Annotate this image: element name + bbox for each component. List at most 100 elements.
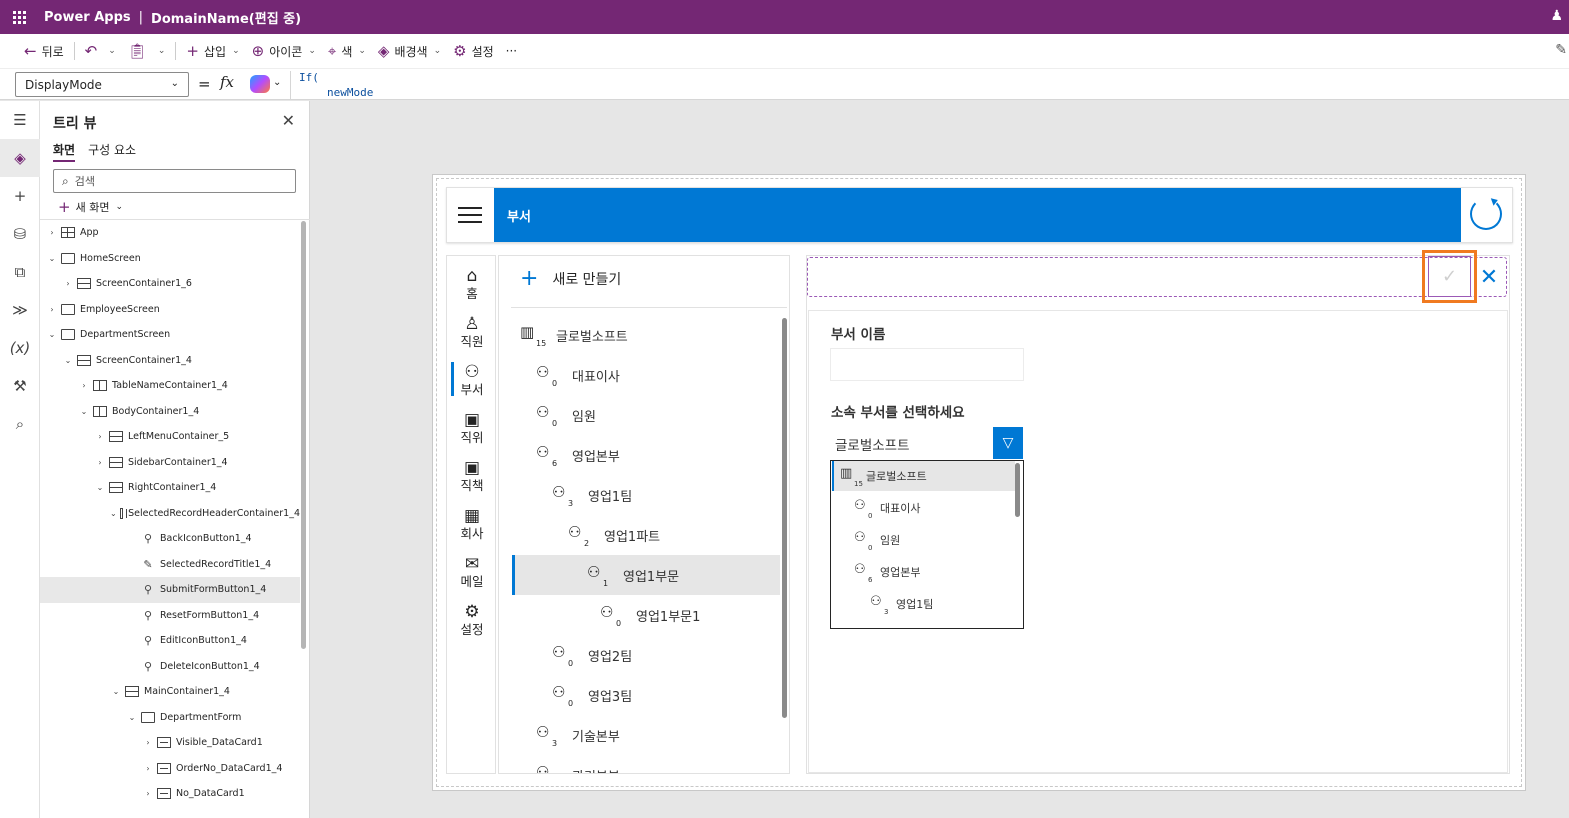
department-item[interactable]: ⚇ 3 영업1팀 (512, 475, 780, 515)
chevron-right-icon[interactable]: › (94, 432, 106, 441)
tree-item[interactable]: ⌄ DepartmentScreen (40, 322, 300, 348)
menu-item[interactable]: ⚇ 부서 (447, 356, 497, 402)
department-item[interactable]: ⚇ 6 영업본부 (832, 557, 1015, 587)
chevron-down-icon[interactable]: ⌄ (108, 46, 116, 56)
tree-item[interactable]: ⌄ HomeScreen (40, 246, 300, 272)
hamburger-menu-icon[interactable] (446, 188, 494, 242)
chevron-down-icon[interactable]: ⌄ (110, 687, 122, 696)
tree-item[interactable]: › ScreenContainer1_6 (40, 271, 300, 297)
chevron-down-icon[interactable]: ⌄ (78, 407, 90, 416)
back-button[interactable]: ← 뒤로 (18, 37, 70, 65)
copilot-icon[interactable] (250, 75, 270, 93)
chevron-right-icon[interactable]: › (142, 738, 154, 747)
pencil-icon[interactable]: ✎ (1555, 42, 1567, 58)
chevron-down-icon[interactable]: ⌄ (273, 77, 281, 88)
tree-item[interactable]: › TableNameContainer1_4 (40, 373, 300, 399)
parent-dept-combobox[interactable]: 글로벌소프트 ▽ (830, 427, 1023, 459)
close-icon[interactable]: ✕ (282, 111, 295, 130)
media-icon[interactable]: ⧉ (0, 253, 40, 291)
department-item[interactable]: ⚇ 6 영업본부 (512, 435, 780, 475)
formula-code-line2[interactable]: newMode (327, 86, 373, 98)
tree-item[interactable]: ⌄ RightContainer1_4 (40, 475, 300, 501)
database-icon[interactable]: ⛁ (0, 215, 40, 253)
new-button[interactable]: + 새로 만들기 (520, 268, 621, 290)
tools-icon[interactable]: ⚒ (0, 367, 40, 405)
department-item[interactable]: ⚇ 관리본부 (512, 755, 780, 773)
tree-item[interactable]: ⚲ DeleteIconButton1_4 (40, 654, 300, 680)
department-item[interactable]: ⚇ 3 영업1팀 (832, 589, 1015, 619)
tree-item[interactable]: ⌄ BodyContainer1_4 (40, 399, 300, 425)
chevron-down-icon[interactable]: ⌄ (126, 713, 138, 722)
chevron-down-icon[interactable]: ⌄ (110, 509, 117, 518)
menu-item[interactable]: ▦ 회사 (447, 500, 497, 546)
layers-icon[interactable]: ◈ (0, 139, 40, 177)
paste-button[interactable]: 📋︎ ⌄ (122, 37, 172, 65)
department-item[interactable]: ⚇ 0 영업2팀 (512, 635, 780, 675)
tree-item[interactable]: ⌄ MainContainer1_4 (40, 679, 300, 705)
department-item[interactable]: ⚇ 3 기술본부 (512, 715, 780, 755)
tree-item[interactable]: ⌄ DepartmentForm (40, 705, 300, 731)
variables-icon[interactable]: (x) (0, 329, 40, 367)
department-item[interactable]: ⚇ 0 영업3팀 (512, 675, 780, 715)
icon-button[interactable]: ⊕ 아이콘 ⌄ (246, 37, 322, 65)
property-dropdown[interactable]: DisplayMode ⌄ (15, 72, 189, 97)
department-item[interactable]: ⚇ 0 대표이사 (832, 493, 1015, 523)
document-name[interactable]: DomainName(편집 중) (151, 8, 301, 27)
chevron-right-icon[interactable]: › (78, 381, 90, 390)
chevron-right-icon[interactable]: › (142, 789, 154, 798)
department-item[interactable]: ⚇ 0 임원 (832, 525, 1015, 555)
chevron-down-icon[interactable]: ⌄ (94, 483, 106, 492)
reset-form-button[interactable]: ✕ (1477, 263, 1501, 291)
more-button[interactable]: ··· (500, 37, 523, 65)
tree-item[interactable]: › OrderNo_DataCard1_4 (40, 756, 300, 782)
tree-search-input[interactable]: ⌕ 검색 (53, 169, 296, 193)
chevron-right-icon[interactable]: › (94, 458, 106, 467)
menu-item[interactable]: ▣ 직위 (447, 404, 497, 450)
color-button[interactable]: ⌖ 색 ⌄ (322, 37, 372, 65)
tree-item[interactable]: ⚲ EditIconButton1_4 (40, 628, 300, 654)
department-item[interactable]: ▥ 15 글로벌소프트 (832, 461, 1015, 491)
chevron-down-icon[interactable]: ⌄ (46, 254, 58, 263)
dropdown-triangle-icon[interactable]: ▽ (993, 427, 1023, 459)
list-scrollbar[interactable] (782, 318, 787, 718)
new-screen-button[interactable]: + 새 화면 ⌄ (58, 198, 123, 216)
formula-code-line1[interactable]: If( (299, 71, 319, 84)
tree-item[interactable]: ⌄ SelectedRecordHeaderContainer1_4 (40, 501, 300, 527)
tree-item[interactable]: ✎ SelectedRecordTitle1_4 (40, 552, 300, 578)
tree-item[interactable]: ⚲ SubmitFormButton1_4 (40, 577, 300, 603)
chevron-right-icon[interactable]: › (46, 305, 58, 314)
hamburger-menu-icon[interactable]: ☰ (0, 101, 40, 139)
automate-icon[interactable]: ≫ (0, 291, 40, 329)
tree-item[interactable]: › LeftMenuContainer_5 (40, 424, 300, 450)
dropdown-scrollbar[interactable] (1015, 463, 1020, 517)
chevron-down-icon[interactable]: ⌄ (46, 330, 58, 339)
chevron-down-icon[interactable]: ⌄ (158, 46, 166, 56)
settings-button[interactable]: ⚙ 설정 (447, 37, 500, 65)
chevron-right-icon[interactable]: › (142, 764, 154, 773)
plus-icon[interactable]: + (0, 177, 40, 215)
menu-item[interactable]: ⌂ 홈 (447, 260, 497, 306)
tree-item[interactable]: › SidebarContainer1_4 (40, 450, 300, 476)
department-item[interactable]: ⚇ 0 대표이사 (512, 355, 780, 395)
department-item[interactable]: ▥ 15 글로벌소프트 (512, 315, 780, 355)
department-item[interactable]: ⚇ 0 임원 (512, 395, 780, 435)
menu-item[interactable]: ⚙ 설정 (447, 596, 497, 642)
tab-screens[interactable]: 화면 (53, 141, 76, 162)
tree-item[interactable]: ⚲ BackIconButton1_4 (40, 526, 300, 552)
background-color-button[interactable]: ◈ 배경색 ⌄ (372, 37, 447, 65)
tree-item[interactable]: ⚲ ResetFormButton1_4 (40, 603, 300, 629)
tree-item[interactable]: › Visible_DataCard1 (40, 730, 300, 756)
insert-button[interactable]: + 삽입 ⌄ (180, 37, 245, 65)
menu-item[interactable]: ♙ 직원 (447, 308, 497, 354)
undo-button[interactable]: ↶ ⌄ (79, 37, 122, 65)
menu-item[interactable]: ▣ 직책 (447, 452, 497, 498)
department-item[interactable]: ⚇ 0 영업1부문1 (512, 595, 780, 635)
refresh-icon[interactable] (1470, 198, 1502, 230)
account-icon[interactable]: ♟ (1550, 8, 1563, 24)
menu-item[interactable]: ✉ 메일 (447, 548, 497, 594)
dept-name-input[interactable] (830, 348, 1024, 381)
tab-components[interactable]: 구성 요소 (88, 141, 136, 162)
tree-item[interactable]: › App (40, 220, 300, 246)
submit-form-button[interactable]: ✓ (1428, 256, 1471, 297)
chevron-down-icon[interactable]: ⌄ (62, 356, 74, 365)
